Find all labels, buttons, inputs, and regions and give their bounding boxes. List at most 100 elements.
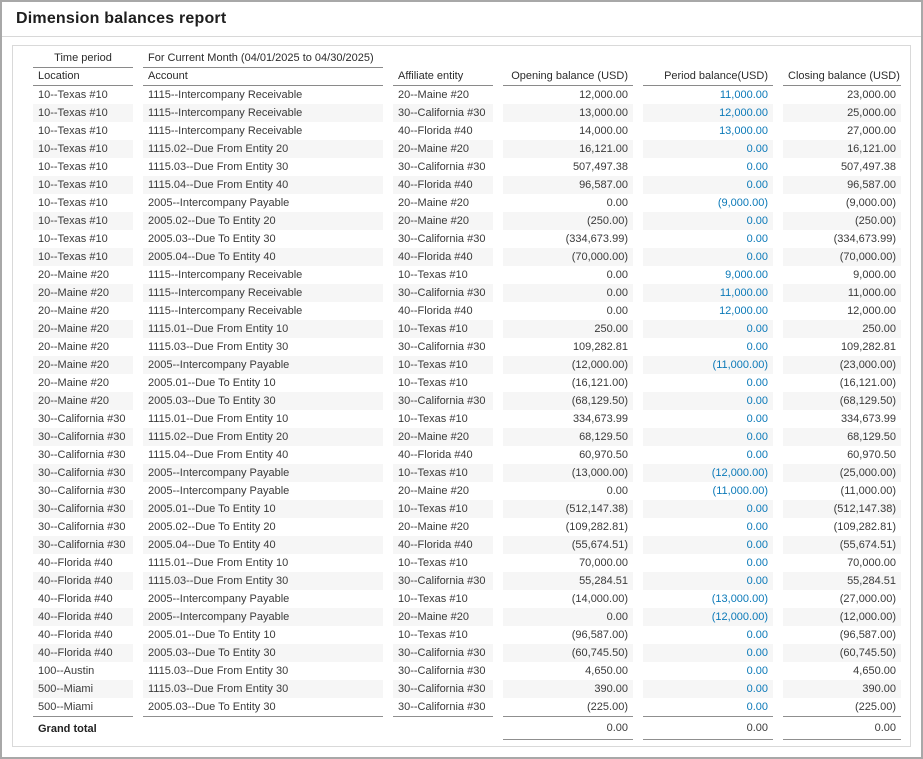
period-balance-cell[interactable]: 0.00 (643, 428, 773, 446)
period-balance-cell[interactable]: 0.00 (643, 248, 773, 266)
column-header-location: Location (33, 68, 133, 86)
closing-balance-cell: 507,497.38 (783, 158, 901, 176)
period-balance-cell[interactable]: 0.00 (643, 554, 773, 572)
account-cell: 2005--Intercompany Payable (143, 194, 383, 212)
period-balance-cell[interactable]: 0.00 (643, 698, 773, 716)
location-cell: 40--Florida #40 (33, 644, 133, 662)
affiliate-entity-cell: 10--Texas #10 (393, 356, 493, 374)
column-header-opening-balance: Opening balance (USD) (503, 68, 633, 86)
affiliate-entity-cell: 30--California #30 (393, 698, 493, 716)
opening-balance-cell: 13,000.00 (503, 104, 633, 122)
closing-balance-cell: (334,673.99) (783, 230, 901, 248)
period-balance-cell[interactable]: (9,000.00) (643, 194, 773, 212)
period-balance-cell[interactable]: (12,000.00) (643, 464, 773, 482)
period-balance-cell[interactable]: 0.00 (643, 320, 773, 338)
account-cell: 2005--Intercompany Payable (143, 356, 383, 374)
period-balance-cell[interactable]: 0.00 (643, 680, 773, 698)
affiliate-entity-cell: 30--California #30 (393, 230, 493, 248)
closing-balance-cell: (512,147.38) (783, 500, 901, 518)
period-balance-cell[interactable]: 12,000.00 (643, 104, 773, 122)
location-cell: 30--California #30 (33, 482, 133, 500)
closing-balance-cell: 96,587.00 (783, 176, 901, 194)
period-balance-cell[interactable]: 0.00 (643, 536, 773, 554)
closing-balance-cell: 390.00 (783, 680, 901, 698)
opening-balance-cell: 16,121.00 (503, 140, 633, 158)
table-row: 10--Texas #102005.02--Due To Entity 2020… (33, 212, 901, 230)
period-balance-cell[interactable]: 9,000.00 (643, 266, 773, 284)
closing-balance-cell: (68,129.50) (783, 392, 901, 410)
affiliate-entity-cell: 30--California #30 (393, 104, 493, 122)
period-balance-cell[interactable]: 0.00 (643, 626, 773, 644)
period-balance-cell[interactable]: 0.00 (643, 572, 773, 590)
account-cell: 1115.01--Due From Entity 10 (143, 320, 383, 338)
closing-balance-cell: 250.00 (783, 320, 901, 338)
opening-balance-cell: (96,587.00) (503, 626, 633, 644)
period-balance-cell[interactable]: 0.00 (643, 176, 773, 194)
table-row: 30--California #301115.02--Due From Enti… (33, 428, 901, 446)
account-cell: 1115.04--Due From Entity 40 (143, 446, 383, 464)
account-cell: 1115--Intercompany Receivable (143, 86, 383, 104)
period-balance-cell[interactable]: 0.00 (643, 500, 773, 518)
location-cell: 100--Austin (33, 662, 133, 680)
closing-balance-cell: (60,745.50) (783, 644, 901, 662)
affiliate-entity-cell: 10--Texas #10 (393, 500, 493, 518)
account-cell: 2005--Intercompany Payable (143, 608, 383, 626)
opening-balance-cell: 96,587.00 (503, 176, 633, 194)
period-balance-cell[interactable]: 0.00 (643, 212, 773, 230)
period-balance-cell[interactable]: (13,000.00) (643, 590, 773, 608)
closing-balance-cell: (70,000.00) (783, 248, 901, 266)
affiliate-entity-cell: 10--Texas #10 (393, 374, 493, 392)
period-balance-cell[interactable]: (12,000.00) (643, 608, 773, 626)
table-row: 10--Texas #101115.02--Due From Entity 20… (33, 140, 901, 158)
location-cell: 30--California #30 (33, 518, 133, 536)
period-balance-cell[interactable]: 13,000.00 (643, 122, 773, 140)
affiliate-entity-cell: 30--California #30 (393, 338, 493, 356)
table-row: 10--Texas #102005--Intercompany Payable2… (33, 194, 901, 212)
grand-total-row: Grand total 0.00 0.00 0.00 (33, 716, 901, 740)
affiliate-entity-cell: 40--Florida #40 (393, 248, 493, 266)
table-row: 30--California #301115.04--Due From Enti… (33, 446, 901, 464)
table-row: 30--California #302005.02--Due To Entity… (33, 518, 901, 536)
location-cell: 500--Miami (33, 680, 133, 698)
location-cell: 20--Maine #20 (33, 356, 133, 374)
period-balance-cell[interactable]: 0.00 (643, 662, 773, 680)
spacer-cell (503, 50, 633, 68)
period-balance-cell[interactable]: 0.00 (643, 338, 773, 356)
period-balance-cell[interactable]: 0.00 (643, 392, 773, 410)
period-balance-cell[interactable]: 12,000.00 (643, 302, 773, 320)
closing-balance-cell: 109,282.81 (783, 338, 901, 356)
period-balance-cell[interactable]: 11,000.00 (643, 284, 773, 302)
affiliate-entity-cell: 20--Maine #20 (393, 482, 493, 500)
period-balance-cell[interactable]: (11,000.00) (643, 482, 773, 500)
account-cell: 1115.03--Due From Entity 30 (143, 680, 383, 698)
period-balance-cell[interactable]: 0.00 (643, 446, 773, 464)
opening-balance-cell: 14,000.00 (503, 122, 633, 140)
table-row: 10--Texas #102005.04--Due To Entity 4040… (33, 248, 901, 266)
closing-balance-cell: 16,121.00 (783, 140, 901, 158)
location-cell: 10--Texas #10 (33, 140, 133, 158)
account-cell: 1115.02--Due From Entity 20 (143, 428, 383, 446)
period-balance-cell[interactable]: 0.00 (643, 158, 773, 176)
affiliate-entity-cell: 20--Maine #20 (393, 86, 493, 104)
closing-balance-cell: 12,000.00 (783, 302, 901, 320)
account-cell: 1115--Intercompany Receivable (143, 122, 383, 140)
period-balance-cell[interactable]: 0.00 (643, 374, 773, 392)
closing-balance-cell: (11,000.00) (783, 482, 901, 500)
closing-balance-cell: (225.00) (783, 698, 901, 716)
opening-balance-cell: 390.00 (503, 680, 633, 698)
period-balance-cell[interactable]: 11,000.00 (643, 86, 773, 104)
opening-balance-cell: 12,000.00 (503, 86, 633, 104)
affiliate-entity-cell: 40--Florida #40 (393, 302, 493, 320)
location-cell: 20--Maine #20 (33, 320, 133, 338)
period-balance-cell[interactable]: 0.00 (643, 410, 773, 428)
period-balance-cell[interactable]: 0.00 (643, 518, 773, 536)
period-balance-cell[interactable]: 0.00 (643, 230, 773, 248)
closing-balance-cell: 55,284.51 (783, 572, 901, 590)
table-row: 40--Florida #402005--Intercompany Payabl… (33, 590, 901, 608)
period-balance-cell[interactable]: 0.00 (643, 644, 773, 662)
spacer-cell (143, 716, 383, 740)
period-balance-cell[interactable]: (11,000.00) (643, 356, 773, 374)
page-title: Dimension balances report (16, 10, 226, 28)
period-balance-cell[interactable]: 0.00 (643, 140, 773, 158)
location-cell: 10--Texas #10 (33, 212, 133, 230)
